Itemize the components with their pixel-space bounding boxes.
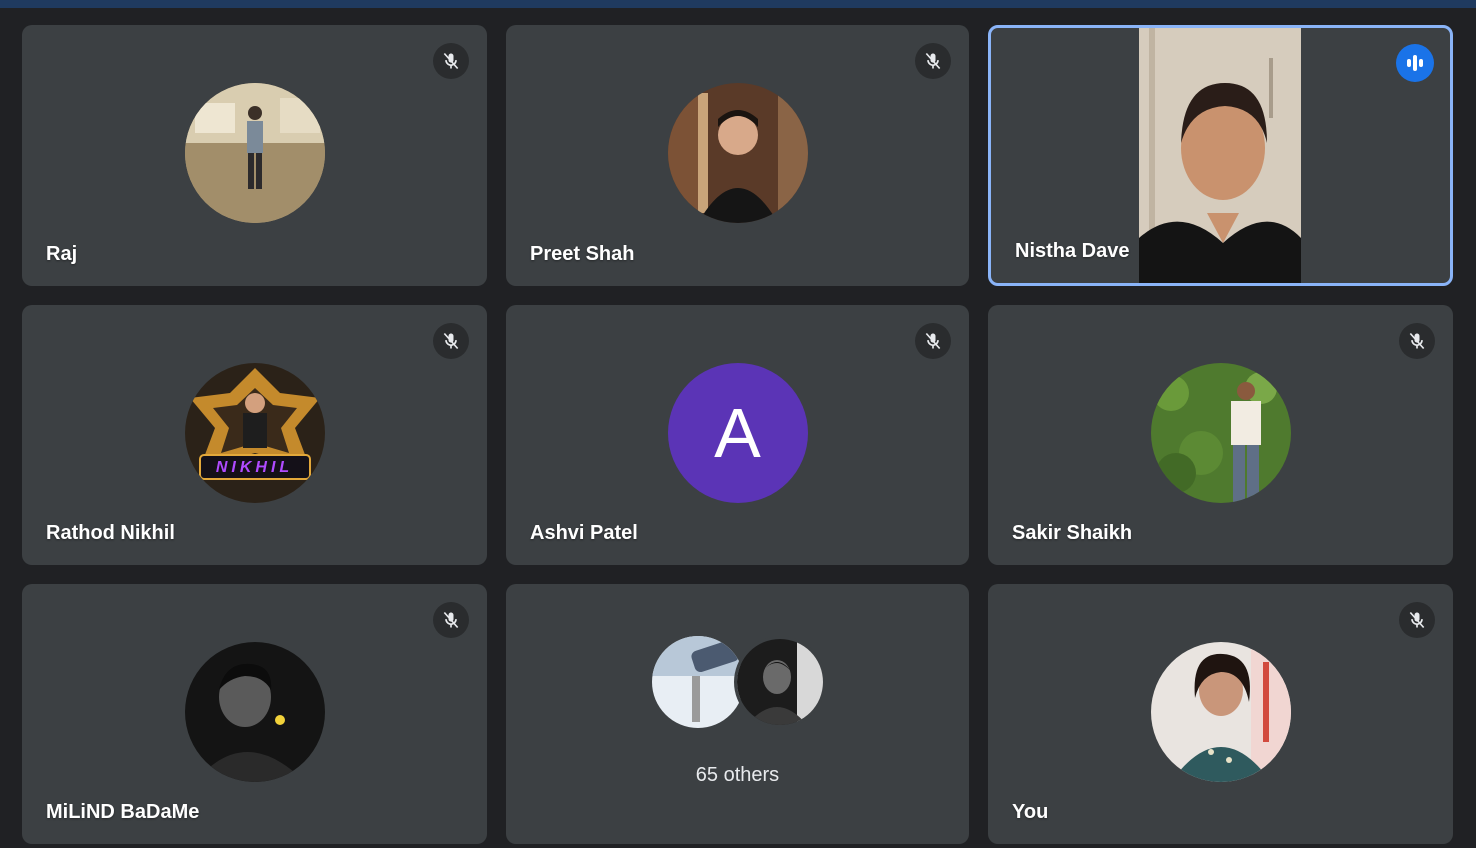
others-avatar-1	[652, 636, 744, 728]
mic-off-icon	[1409, 332, 1425, 350]
participant-tile-ashvi-patel[interactable]: A Ashvi Patel	[506, 305, 969, 565]
participant-grid: Raj Preet Shah Nistha Dave NIKHIL Rathod…	[0, 0, 1476, 848]
participant-tile-rathod-nikhil[interactable]: NIKHIL Rathod Nikhil	[22, 305, 487, 565]
mic-off-icon	[1409, 611, 1425, 629]
avatar	[1150, 363, 1291, 503]
participant-tile-nistha-dave[interactable]: Nistha Dave	[988, 25, 1453, 286]
participant-tile-milind-badame[interactable]: MiLiND BaDaMe	[22, 584, 487, 844]
letter-avatar: A	[667, 363, 808, 503]
mic-off-icon	[443, 52, 459, 70]
mic-off-icon	[443, 332, 459, 350]
participant-name: Ashvi Patel	[530, 522, 638, 544]
muted-indicator	[433, 43, 469, 79]
audio-wave-icon	[1407, 55, 1423, 71]
mic-off-icon	[925, 332, 941, 350]
avatar	[184, 83, 325, 223]
avatar-text: NIKHIL	[215, 459, 294, 476]
muted-indicator	[1399, 323, 1435, 359]
muted-indicator	[915, 43, 951, 79]
others-avatar-2	[734, 636, 826, 728]
participant-video	[1139, 28, 1301, 283]
avatar	[667, 83, 808, 223]
participant-name: Preet Shah	[530, 243, 635, 265]
participant-name: Sakir Shaikh	[1012, 522, 1133, 544]
participant-name: Rathod Nikhil	[46, 522, 175, 544]
muted-indicator	[915, 323, 951, 359]
participant-name: Nistha Dave	[1015, 240, 1130, 262]
muted-indicator	[433, 602, 469, 638]
others-count: 65 others	[695, 764, 780, 786]
speaking-indicator	[1396, 44, 1434, 82]
avatar	[1150, 642, 1291, 782]
participant-name: MiLiND BaDaMe	[46, 801, 200, 823]
avatar: NIKHIL	[184, 363, 325, 503]
avatar	[184, 642, 325, 782]
mic-off-icon	[925, 52, 941, 70]
mic-off-icon	[443, 611, 459, 629]
participant-tile-self[interactable]: You	[988, 584, 1453, 844]
participant-tile-preet-shah[interactable]: Preet Shah	[506, 25, 969, 286]
others-tile[interactable]: 65 others	[506, 584, 969, 844]
participant-tile-sakir-shaikh[interactable]: Sakir Shaikh	[988, 305, 1453, 565]
muted-indicator	[1399, 602, 1435, 638]
participant-name: You	[1012, 801, 1049, 823]
muted-indicator	[433, 323, 469, 359]
participant-name: Raj	[46, 243, 78, 265]
participant-tile-raj[interactable]: Raj	[22, 25, 487, 286]
